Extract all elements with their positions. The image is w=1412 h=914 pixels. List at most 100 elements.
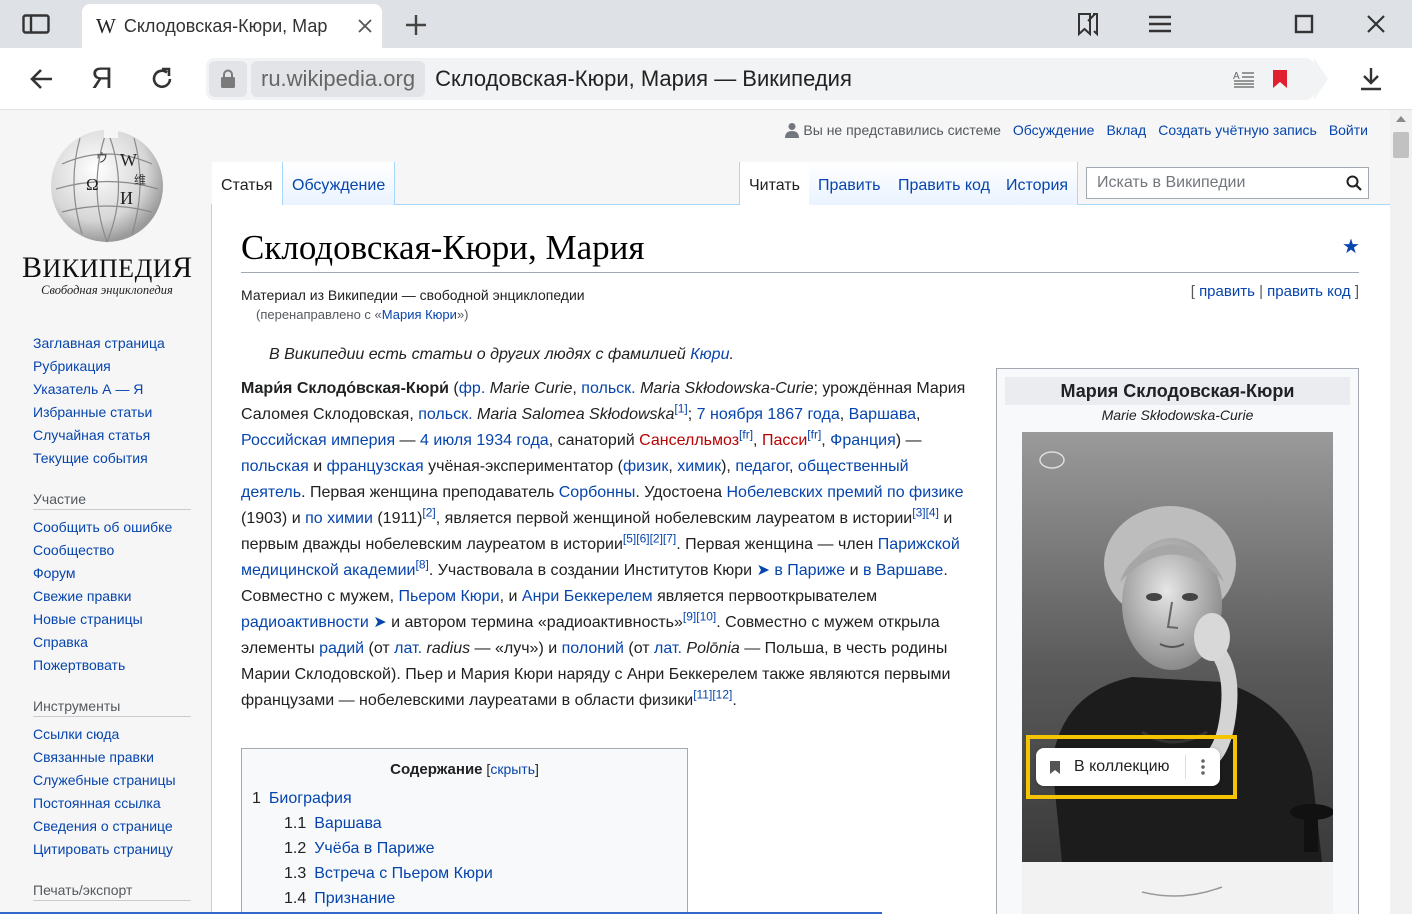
body-link[interactable]: ➤ в Париже [756, 562, 845, 579]
back-button[interactable] [22, 60, 62, 98]
tab-discussion[interactable]: Обсуждение [283, 162, 396, 205]
toc-item[interactable]: 1 Биография [242, 786, 687, 811]
login-link[interactable]: Войти [1329, 122, 1368, 138]
browser-menu-button[interactable] [1140, 6, 1180, 42]
sidebar-item-cite[interactable]: Цитировать страницу [33, 838, 191, 861]
redlink[interactable]: Пасси [762, 432, 807, 449]
redirect-source-link[interactable]: Мария Кюри [382, 307, 457, 322]
scroll-up-arrow[interactable] [1396, 116, 1406, 122]
citation-link[interactable]: [2] [422, 506, 435, 520]
body-link[interactable]: польская [241, 458, 309, 475]
create-account-link[interactable]: Создать учётную запись [1158, 122, 1317, 138]
toc-hide-link[interactable]: скрыть [490, 761, 535, 777]
sidebar-item-main-page[interactable]: Заглавная страница [33, 332, 191, 355]
sidebar-item-community[interactable]: Сообщество [33, 539, 191, 562]
toc-item[interactable]: 1.4 Признание [242, 886, 687, 911]
toc-item[interactable]: 1.2 Учёба в Париже [242, 836, 687, 861]
edit-link[interactable]: править [1199, 283, 1255, 300]
collection-more-button[interactable] [1186, 759, 1220, 775]
edit-source-link[interactable]: править код [1267, 283, 1351, 300]
wiki-search-button[interactable] [1340, 169, 1368, 197]
sidebar-toggle-button[interactable] [14, 10, 58, 38]
sidebar-item-recent-changes[interactable]: Свежие правки [33, 585, 191, 608]
body-link[interactable]: в Варшаве [863, 562, 943, 579]
add-to-collection-button[interactable]: В коллекцию [1036, 748, 1220, 786]
user-contributions-link[interactable]: Вклад [1106, 122, 1146, 138]
body-link[interactable]: Франция [830, 432, 896, 449]
tab-history[interactable]: История [997, 162, 1079, 205]
citation-link[interactable]: [10] [696, 610, 716, 624]
body-link[interactable]: 1934 года [476, 432, 548, 449]
tab-close-button[interactable] [358, 13, 372, 39]
body-link[interactable]: 1867 года [767, 406, 839, 423]
body-link[interactable]: польск. [581, 380, 635, 397]
body-link[interactable]: физик [623, 458, 668, 475]
body-link[interactable]: Нобелевских премий по физике [727, 484, 964, 501]
body-link[interactable]: по химии [305, 510, 373, 527]
body-link[interactable]: радий [319, 640, 364, 657]
tab-read[interactable]: Читать [739, 162, 810, 205]
body-link[interactable]: Анри Беккерелем [522, 588, 653, 605]
sidebar-item-donate[interactable]: Пожертвовать [33, 654, 191, 677]
bookmarks-panel-button[interactable] [1068, 6, 1108, 42]
yandex-home-button[interactable]: Я [82, 60, 122, 98]
sidebar-item-index[interactable]: Указатель А — Я [33, 378, 191, 401]
site-security-button[interactable] [209, 61, 247, 97]
citation-link[interactable]: [fr] [807, 428, 821, 442]
body-link[interactable]: Пьером Кюри [398, 588, 499, 605]
sidebar-item-forum[interactable]: Форум [33, 562, 191, 585]
tab-article[interactable]: Статья [212, 162, 283, 205]
body-link[interactable]: 7 ноября [697, 406, 763, 423]
sidebar-item-report-error[interactable]: Сообщить об ошибке [33, 516, 191, 539]
redlink[interactable]: Санселльмоз [639, 432, 739, 449]
wikipedia-logo[interactable]: W Ω И ウ 维 ВИКИПЕДИЯ Свободная энциклопед… [22, 124, 192, 297]
toc-item[interactable]: 1.3 Встреча с Пьером Кюри [242, 861, 687, 886]
sidebar-item-featured[interactable]: Избранные статьи [33, 401, 191, 424]
reload-button[interactable] [142, 60, 182, 98]
maximize-button[interactable] [1284, 6, 1324, 42]
body-link[interactable]: фр. [459, 380, 486, 397]
citation-link[interactable]: [12] [712, 688, 732, 702]
window-close-button[interactable] [1356, 6, 1396, 42]
url-domain[interactable]: ru.wikipedia.org [251, 61, 426, 97]
body-link[interactable]: Сорбонны [559, 484, 636, 501]
body-link[interactable]: французская [327, 458, 424, 475]
body-link[interactable]: польск. [418, 406, 472, 423]
body-link[interactable]: радиоактивности ➤ [241, 614, 387, 631]
scroll-thumb[interactable] [1393, 132, 1409, 158]
user-talk-link[interactable]: Обсуждение [1013, 122, 1095, 138]
sidebar-item-permanent-link[interactable]: Постоянная ссылка [33, 792, 191, 815]
citation-link[interactable]: [8] [415, 558, 428, 572]
citation-link[interactable]: [5] [623, 532, 636, 546]
sidebar-item-new-pages[interactable]: Новые страницы [33, 608, 191, 631]
body-link[interactable]: полоний [562, 640, 624, 657]
citation-link[interactable]: [6] [636, 532, 649, 546]
add-bookmark-button[interactable] [1262, 61, 1298, 97]
watch-star-button[interactable]: ★ [1342, 234, 1360, 259]
page-scrollbar[interactable] [1390, 110, 1412, 914]
sidebar-item-categories[interactable]: Рубрикация [33, 355, 191, 378]
hatnote-link[interactable]: Кюри [690, 346, 729, 363]
url-field[interactable]: ru.wikipedia.org Склодовская-Кюри, Мария… [206, 58, 1328, 100]
downloads-button[interactable] [1350, 60, 1392, 98]
body-link[interactable]: химик [677, 458, 721, 475]
citation-link[interactable]: [4] [926, 506, 939, 520]
wiki-search-input[interactable] [1095, 173, 1340, 193]
tab-edit-source[interactable]: Править код [889, 162, 1000, 205]
portrait-photo[interactable] [1022, 432, 1333, 914]
tab-edit[interactable]: Править [809, 162, 891, 205]
citation-link[interactable]: [11] [693, 688, 712, 702]
sidebar-item-special-pages[interactable]: Служебные страницы [33, 769, 191, 792]
citation-link[interactable]: [2] [650, 532, 663, 546]
citation-link[interactable]: [9] [683, 610, 696, 624]
body-link[interactable]: лат. [654, 640, 682, 657]
new-tab-button[interactable] [398, 8, 434, 42]
citation-link[interactable]: [7] [663, 532, 676, 546]
body-link[interactable]: Парижской медицинской академии [241, 536, 960, 579]
citation-link[interactable]: [3] [912, 506, 925, 520]
sidebar-item-related-changes[interactable]: Связанные правки [33, 746, 191, 769]
toc-item[interactable]: 1.1 Варшава [242, 811, 687, 836]
body-link[interactable]: лат. [394, 640, 422, 657]
citation-link[interactable]: [1] [674, 402, 687, 416]
sidebar-item-page-info[interactable]: Сведения о странице [33, 815, 191, 838]
